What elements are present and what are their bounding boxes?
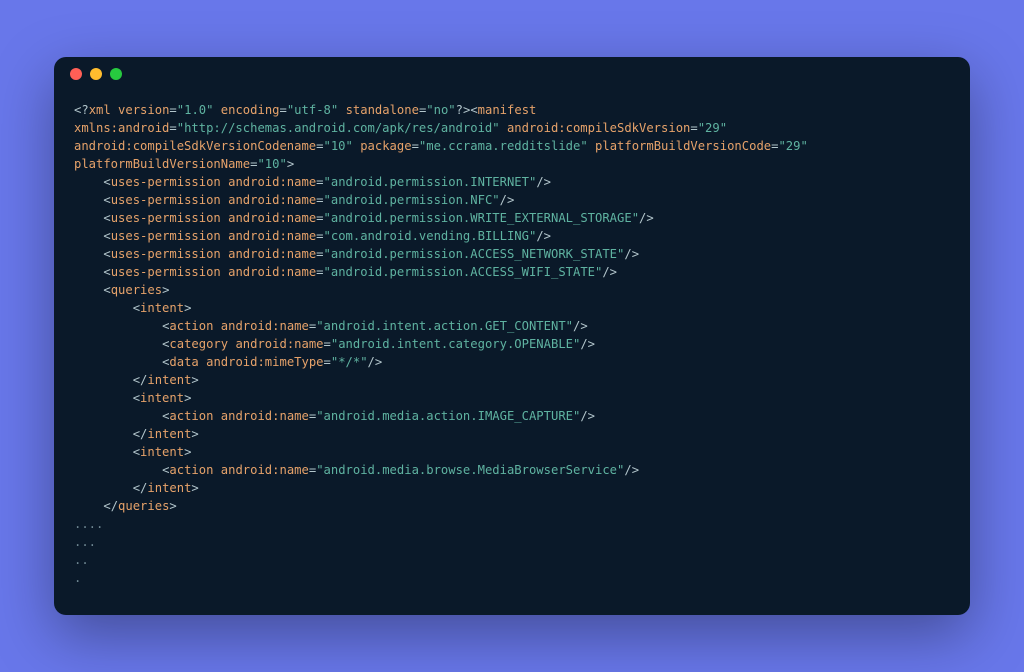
- minimize-dot[interactable]: [90, 68, 102, 80]
- zoom-dot[interactable]: [110, 68, 122, 80]
- code-block: <?xml version="1.0" encoding="utf-8" sta…: [54, 91, 970, 607]
- window-titlebar: [54, 57, 970, 91]
- close-dot[interactable]: [70, 68, 82, 80]
- code-window: <?xml version="1.0" encoding="utf-8" sta…: [54, 57, 970, 615]
